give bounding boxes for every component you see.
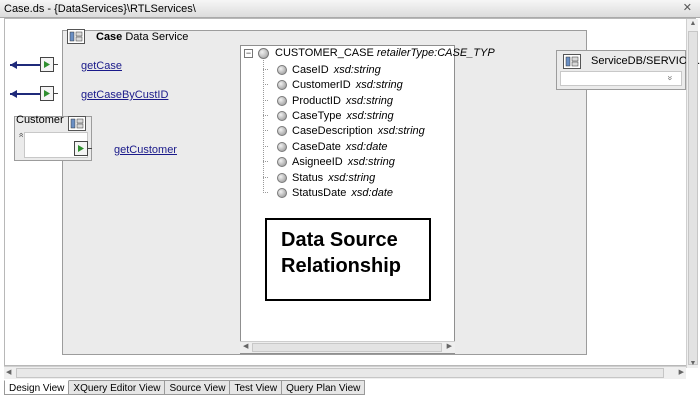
field-type: xsd:date [345,141,388,153]
field-label: CaseDescription xsd:string [292,125,425,137]
field-name: CaseType [292,110,342,122]
getCaseByCustID-link[interactable]: getCaseByCustID [81,89,168,101]
tab-query-plan-view[interactable]: Query Plan View [282,380,366,395]
getCustomer-operation-icon [74,141,92,156]
schema-root-label: CUSTOMER_CASE retailerType:CASE_TYP [275,47,495,59]
field-name: AsigneeID [292,156,343,168]
horizontal-scroll-thumb[interactable] [16,368,664,378]
field-label: AsigneeID xsd:string [292,156,395,168]
field-element-icon [277,111,287,121]
getCaseByCustID-operation-icon [40,86,58,101]
tree-branch [263,69,268,70]
service-name: Case [96,31,123,43]
getCase-operation-icon [40,57,58,72]
tab-test-view[interactable]: Test View [230,380,283,395]
vertical-scrollbar[interactable]: ▲ ▼ [686,19,698,368]
field-name: ProductID [292,95,341,107]
field-element-icon [277,65,287,75]
tree-branch [263,84,268,85]
schema-panel [240,45,455,354]
data-source-relationship-callout: Data Source Relationship [265,218,431,301]
tree-branch [263,115,268,116]
field-type: xsd:date [351,187,394,199]
field-type: xsd:string [347,156,395,168]
service-title: Case Data Service [96,31,188,43]
getCase-arrow-head [10,61,17,69]
field-name: CaseDate [292,141,341,153]
servicedb-label: ServiceDB/SERVICE... [591,55,700,67]
field-label: CustomerID xsd:string [292,79,403,91]
field-name: Status [292,172,324,184]
field-type: xsd:string [355,79,403,91]
schema-horizontal-scrollbar[interactable]: ◀ ▶ [240,341,455,353]
getCase-link[interactable]: getCase [81,60,122,72]
field-type: xsd:string [346,110,394,122]
field-element-icon [277,96,287,106]
tree-branch [263,100,268,101]
tree-branch [263,192,268,193]
collapse-toggle-icon[interactable]: − [244,49,253,58]
field-element-icon [277,173,287,183]
getCustomer-link[interactable]: getCustomer [114,144,177,156]
field-name: CaseID [292,64,329,76]
tree-branch [263,130,268,131]
vertical-scroll-thumb[interactable] [688,31,698,365]
scroll-left-icon[interactable]: ◀ [6,368,11,376]
customer-service-icon [68,116,86,131]
getCaseByCustID-arrow-head [10,90,17,98]
servicedb-box[interactable]: ServiceDB/SERVICE... » [556,50,700,90]
view-tabs: Design View XQuery Editor View Source Vi… [4,380,366,397]
tab-source-view[interactable]: Source View [165,380,231,395]
callout-text: Data Source Relationship [281,227,401,279]
scroll-up-icon[interactable]: ▲ [688,20,698,27]
field-element-icon [277,80,287,90]
callout-line-1: Data Source [281,229,398,251]
field-element-icon [277,142,287,152]
field-element-icon [277,126,287,136]
tree-branch [263,161,268,162]
tree-branch [263,177,268,178]
field-label: CaseDate xsd:date [292,141,388,153]
scroll-right-icon[interactable]: ▶ [679,368,684,376]
field-label: CaseID xsd:string [292,64,381,76]
tree-branch [263,146,268,147]
field-type: xsd:string [333,64,381,76]
field-element-icon [277,188,287,198]
field-name: StatusDate [292,187,347,199]
field-name: CaseDescription [292,125,373,137]
root-element-annotation: retailerType:CASE_TYP [376,47,495,59]
service-type: Data Service [125,31,189,43]
scroll-right-icon[interactable]: ▶ [447,342,452,350]
field-type: xsd:string [345,95,393,107]
customer-label: Customer [16,114,64,126]
field-type: xsd:string [328,172,376,184]
tree-connector [263,60,264,193]
element-root-icon [258,48,269,59]
tab-design-view[interactable]: Design View [4,380,70,395]
field-element-icon [277,157,287,167]
field-label: StatusDate xsd:date [292,187,393,199]
field-label: Status xsd:string [292,172,375,184]
scroll-down-icon[interactable]: ▼ [688,360,698,367]
callout-line-2: Relationship [281,255,402,277]
field-type: xsd:string [377,125,425,137]
servicedb-inner: » [560,71,682,86]
servicedb-icon [563,54,581,69]
field-name: CustomerID [292,79,351,91]
data-service-icon [67,29,85,44]
field-label: ProductID xsd:string [292,95,393,107]
data-service-header: Case Data Service [66,29,586,44]
horizontal-scrollbar[interactable]: ◀ ▶ [4,366,686,379]
scroll-left-icon[interactable]: ◀ [243,342,248,350]
schema-scroll-thumb[interactable] [252,343,442,352]
field-label: CaseType xsd:string [292,110,394,122]
root-element-name: CUSTOMER_CASE [275,47,374,59]
tab-xquery-editor-view[interactable]: XQuery Editor View [69,380,166,395]
expand-chevron-icon[interactable]: » [665,75,675,80]
